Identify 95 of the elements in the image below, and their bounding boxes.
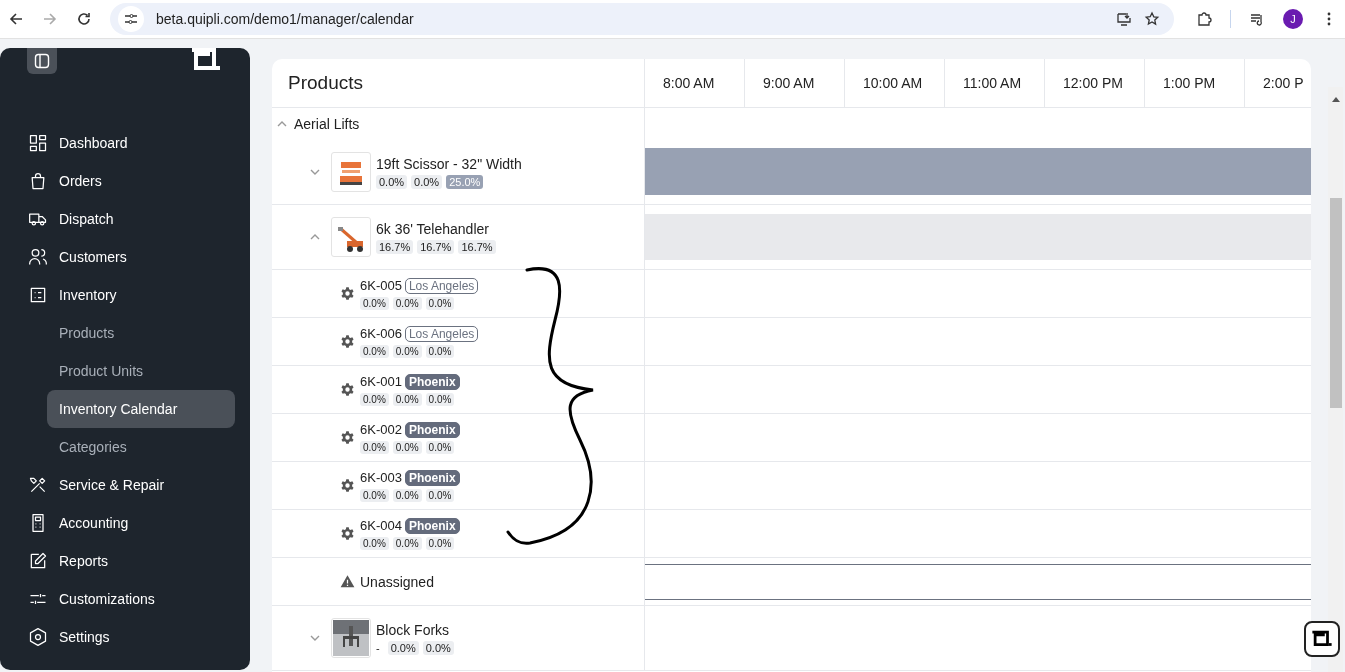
location-badge: Phoenix (404, 517, 460, 534)
nav-item[interactable]: Accounting (0, 504, 250, 542)
location-badge: Phoenix (404, 421, 460, 438)
utilization-text: - (376, 641, 381, 654)
product-name: Block Forks (376, 621, 451, 638)
utilization-chip: 0.0% (387, 640, 419, 655)
utilization-chip: 0.0% (425, 296, 455, 310)
logo-icon (190, 48, 222, 72)
utilization-chip: 0.0% (411, 174, 443, 189)
gear-icon[interactable] (340, 382, 355, 397)
utilization-chip: 0.0% (425, 488, 455, 502)
group-name: Aerial Lifts (294, 116, 360, 132)
utilization-chip: 0.0% (425, 536, 455, 550)
nav-item[interactable]: Dispatch (0, 200, 250, 238)
time-header: 9:00 AM (745, 59, 845, 107)
location-badge: Phoenix (404, 373, 460, 390)
utilization-chip: 16.7% (417, 239, 455, 254)
utilization-chip: 0.0% (425, 392, 455, 406)
time-header: 1:00 PM (1145, 59, 1245, 107)
gear-icon[interactable] (340, 334, 355, 349)
nav-subitem[interactable]: Inventory Calendar (47, 390, 235, 428)
panel-title: Products (287, 72, 363, 94)
utilization-chip: 0.0% (392, 536, 422, 550)
utilization-chip: 0.0% (360, 440, 389, 454)
collapse-sidebar-button[interactable] (27, 48, 57, 74)
profile-avatar[interactable]: J (1283, 9, 1303, 29)
nav-item[interactable]: Service & Repair (0, 466, 250, 504)
utilization-chip: 0.0% (425, 344, 455, 358)
utilization-chip: 0.0% (392, 488, 422, 502)
nav-subitem[interactable]: Products (47, 314, 235, 352)
scrollbar[interactable] (1328, 87, 1343, 672)
extensions-icon[interactable] (1196, 11, 1212, 27)
unit-name: 6K-006 (360, 326, 402, 341)
unassigned-label: Unassigned (360, 573, 434, 590)
gear-icon[interactable] (340, 286, 355, 301)
gear-icon[interactable] (340, 478, 355, 493)
list-icon (28, 285, 48, 305)
product-name: 6k 36' Telehandler (376, 220, 490, 237)
utilization-chip: 0.0% (392, 344, 422, 358)
pencil-icon (28, 551, 48, 571)
logo-icon (1311, 630, 1333, 648)
utilization-chip: 0.0% (360, 392, 389, 406)
utilization-chip: 25.0% (446, 174, 484, 189)
install-icon[interactable] (1116, 11, 1132, 27)
utilization-chip: 0.0% (425, 440, 455, 454)
utilization-chip: 0.0% (422, 640, 454, 655)
nav-item[interactable]: Reports (0, 542, 250, 580)
product-name: 19ft Scissor - 32" Width (376, 155, 522, 172)
utilization-chip: 0.0% (360, 296, 389, 310)
address-bar[interactable]: beta.quipli.com/demo1/manager/calendar (110, 3, 1174, 35)
unit-name: 6K-001 (360, 374, 402, 389)
unit-name: 6K-004 (360, 518, 402, 533)
gear-icon[interactable] (340, 526, 355, 541)
utilization-chip: 0.0% (376, 174, 408, 189)
location-badge: Los Angeles (404, 277, 479, 294)
time-header: 10:00 AM (845, 59, 945, 107)
nav-subitem[interactable]: Categories (47, 428, 235, 466)
nav-item[interactable]: Orders (0, 162, 250, 200)
nav-subitem[interactable]: Product Units (47, 352, 235, 390)
time-header: 12:00 PM (1045, 59, 1145, 107)
dashboard-icon (28, 133, 48, 153)
settings-icon (28, 627, 48, 647)
site-settings-icon[interactable] (118, 6, 144, 32)
utilization-chip: 16.7% (458, 239, 496, 254)
url-text: beta.quipli.com/demo1/manager/calendar (156, 11, 414, 27)
time-header: 8:00 AM (645, 59, 745, 107)
scroll-up-icon[interactable] (1331, 97, 1340, 102)
warning-icon (340, 574, 355, 589)
reload-icon[interactable] (76, 11, 92, 27)
nav-item[interactable]: Customers (0, 238, 250, 276)
nav-item[interactable]: Dashboard (0, 124, 250, 162)
utilization-chip: 16.7% (376, 239, 414, 254)
nav-item[interactable]: Settings (0, 618, 250, 656)
people-icon (28, 247, 48, 267)
nav-item[interactable]: Inventory (0, 276, 250, 314)
panel-icon (34, 53, 50, 69)
gear-icon[interactable] (340, 430, 355, 445)
nav-item[interactable]: Customizations (0, 580, 250, 618)
star-icon[interactable] (1144, 11, 1160, 27)
unit-name: 6K-005 (360, 278, 402, 293)
utilization-chip: 0.0% (360, 536, 389, 550)
utilization-chip: 0.0% (392, 296, 422, 310)
location-badge: Los Angeles (404, 325, 479, 342)
tools-icon (28, 475, 48, 495)
location-badge: Phoenix (404, 469, 460, 486)
utilization-chip: 0.0% (360, 344, 389, 358)
logo-button[interactable] (1304, 621, 1340, 657)
time-header: 11:00 AM (945, 59, 1045, 107)
back-icon[interactable] (8, 11, 24, 27)
media-icon[interactable] (1249, 11, 1265, 27)
utilization-chip: 0.0% (360, 488, 389, 502)
unit-name: 6K-003 (360, 470, 402, 485)
utilization-chip: 0.0% (392, 440, 422, 454)
utilization-chip: 0.0% (392, 392, 422, 406)
unit-name: 6K-002 (360, 422, 402, 437)
